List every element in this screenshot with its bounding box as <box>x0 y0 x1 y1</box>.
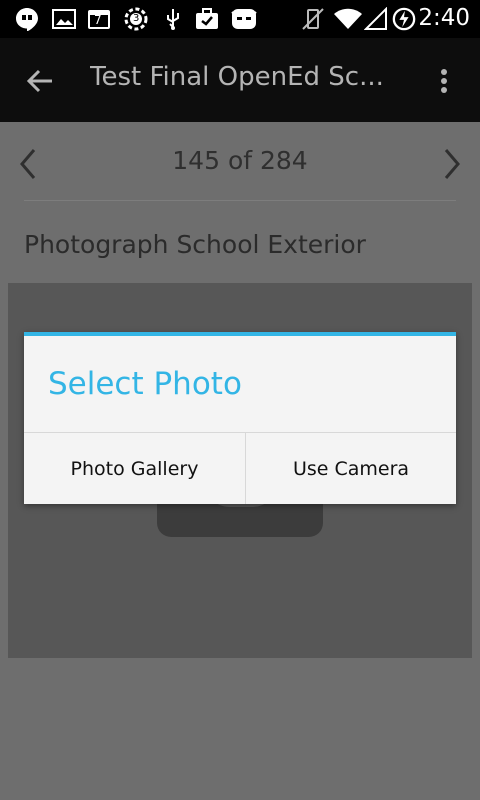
clock: 2:40 <box>418 5 470 31</box>
briefcase-check-icon <box>196 8 218 29</box>
next-button[interactable] <box>436 144 468 184</box>
select-photo-dialog: Select Photo Photo Gallery Use Camera <box>24 332 456 504</box>
use-camera-button[interactable]: Use Camera <box>246 433 456 504</box>
notification-count: 3 <box>133 13 140 24</box>
vibrate-off-icon <box>302 8 324 30</box>
back-button[interactable] <box>20 60 62 102</box>
image-icon <box>52 9 76 29</box>
action-bar: Test Final OpenEd Sc... <box>0 38 480 122</box>
question-label: Photograph School Exterior <box>24 230 366 259</box>
divider <box>24 200 456 201</box>
photo-gallery-button[interactable]: Photo Gallery <box>24 433 245 504</box>
signal-icon <box>364 7 387 30</box>
hangouts-icon <box>16 8 38 31</box>
overflow-menu-button[interactable] <box>430 60 458 102</box>
calendar-day: 7 <box>94 13 102 27</box>
dialog-title: Select Photo <box>48 366 242 402</box>
question-counter: 145 of 284 <box>172 146 308 175</box>
status-bar: 7 3 2:40 <box>0 0 480 38</box>
settings-badge-icon: 3 <box>123 7 149 31</box>
cyanogen-icon <box>231 9 257 29</box>
usb-icon <box>167 9 179 30</box>
chevron-right-icon <box>444 149 460 179</box>
screen-title: Test Final OpenEd Sc... <box>90 62 384 92</box>
dialog-accent-bar <box>24 332 456 336</box>
calendar-icon: 7 <box>86 7 112 31</box>
battery-charging-icon <box>392 7 416 31</box>
wifi-icon <box>334 8 362 29</box>
overflow-menu-icon <box>441 69 447 93</box>
arrow-left-icon <box>26 69 52 93</box>
